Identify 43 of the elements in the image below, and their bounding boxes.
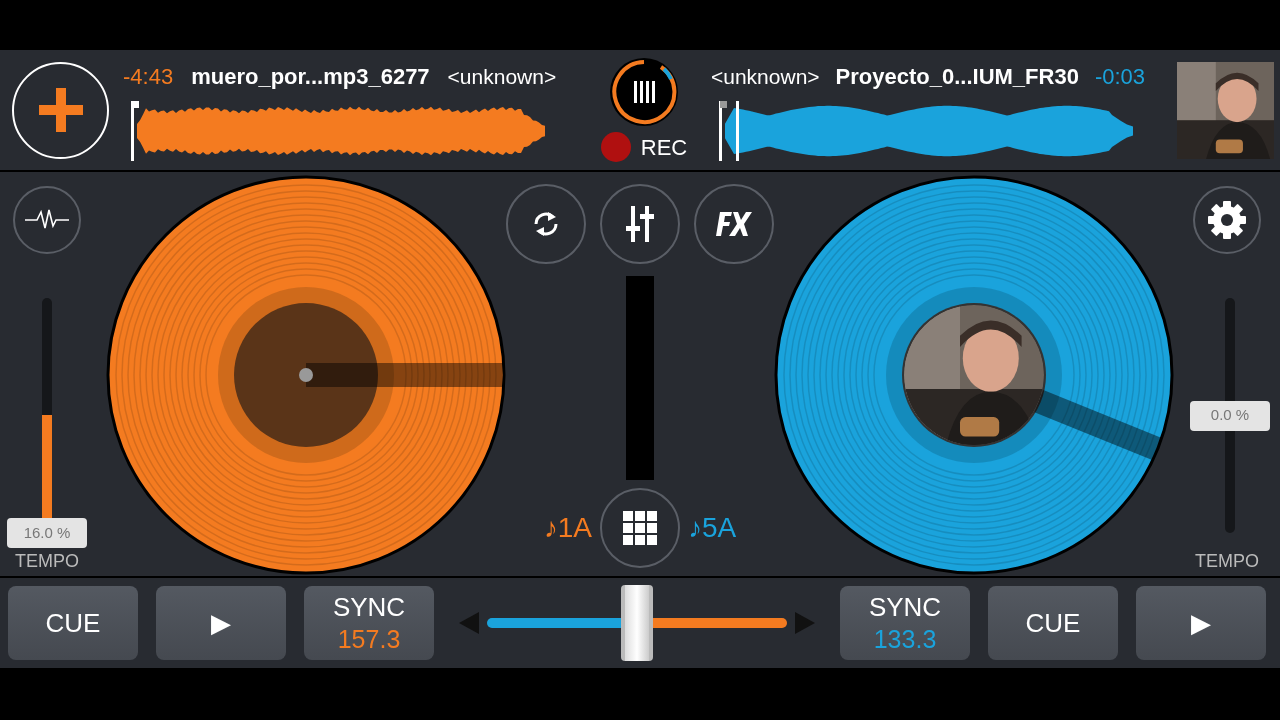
track-artist: <unknown> [711,63,820,90]
tempo-slider[interactable]: 16.0 % [7,283,87,548]
record-button[interactable] [609,56,679,127]
tempo-slider[interactable]: 0.0 % [1190,283,1270,548]
play-button[interactable]: ▶ [1136,586,1266,660]
settings-button[interactable] [1193,186,1261,254]
right-arrow-icon [795,612,815,634]
turntable-platter[interactable] [774,175,1174,575]
play-button[interactable]: ▶ [156,586,286,660]
progress-ring-icon [609,56,679,127]
sync-button[interactable]: SYNC 133.3 [840,586,970,660]
waveform-button[interactable] [13,186,81,254]
grid-icon [623,511,657,545]
sliders-icon [623,206,657,242]
bpm-reading: 133.3 [873,623,937,655]
crossfader[interactable] [487,585,787,661]
key-label: ♪1A [543,511,592,545]
track-title: muero_por...mp3_6277 [191,62,430,91]
fx-icon [716,212,752,236]
time-remaining: -4:43 [123,62,174,91]
sync-button[interactable]: SYNC 157.3 [304,586,434,660]
track-artist: <unknown> [447,63,557,90]
settings-icon [1207,200,1247,240]
record-dot-icon [600,132,631,162]
turntable-platter[interactable] [106,175,506,575]
rec-label: REC [640,133,688,162]
left-arrow-icon [459,612,479,634]
cue-button[interactable]: CUE [8,586,138,660]
tempo-label: TEMPO [15,550,79,573]
tempo-label: TEMPO [1195,550,1259,573]
mixer-button[interactable] [600,184,680,264]
sync-loop-button[interactable] [506,184,586,264]
time-remaining: -0:03 [1094,62,1146,91]
key-label: ♪5A [688,511,737,545]
tempo-reading[interactable]: 16.0 % [7,518,87,548]
plus-icon [38,88,83,132]
add-button[interactable] [12,61,109,159]
cue-button[interactable]: CUE [988,586,1118,660]
track-title: Proyecto_0...IUM_FR30 [835,62,1079,91]
fx-button[interactable] [694,184,774,264]
bpm-reading: 157.3 [337,623,401,655]
tempo-reading[interactable]: 0.0 % [1190,400,1270,431]
pads-button[interactable] [600,488,680,568]
